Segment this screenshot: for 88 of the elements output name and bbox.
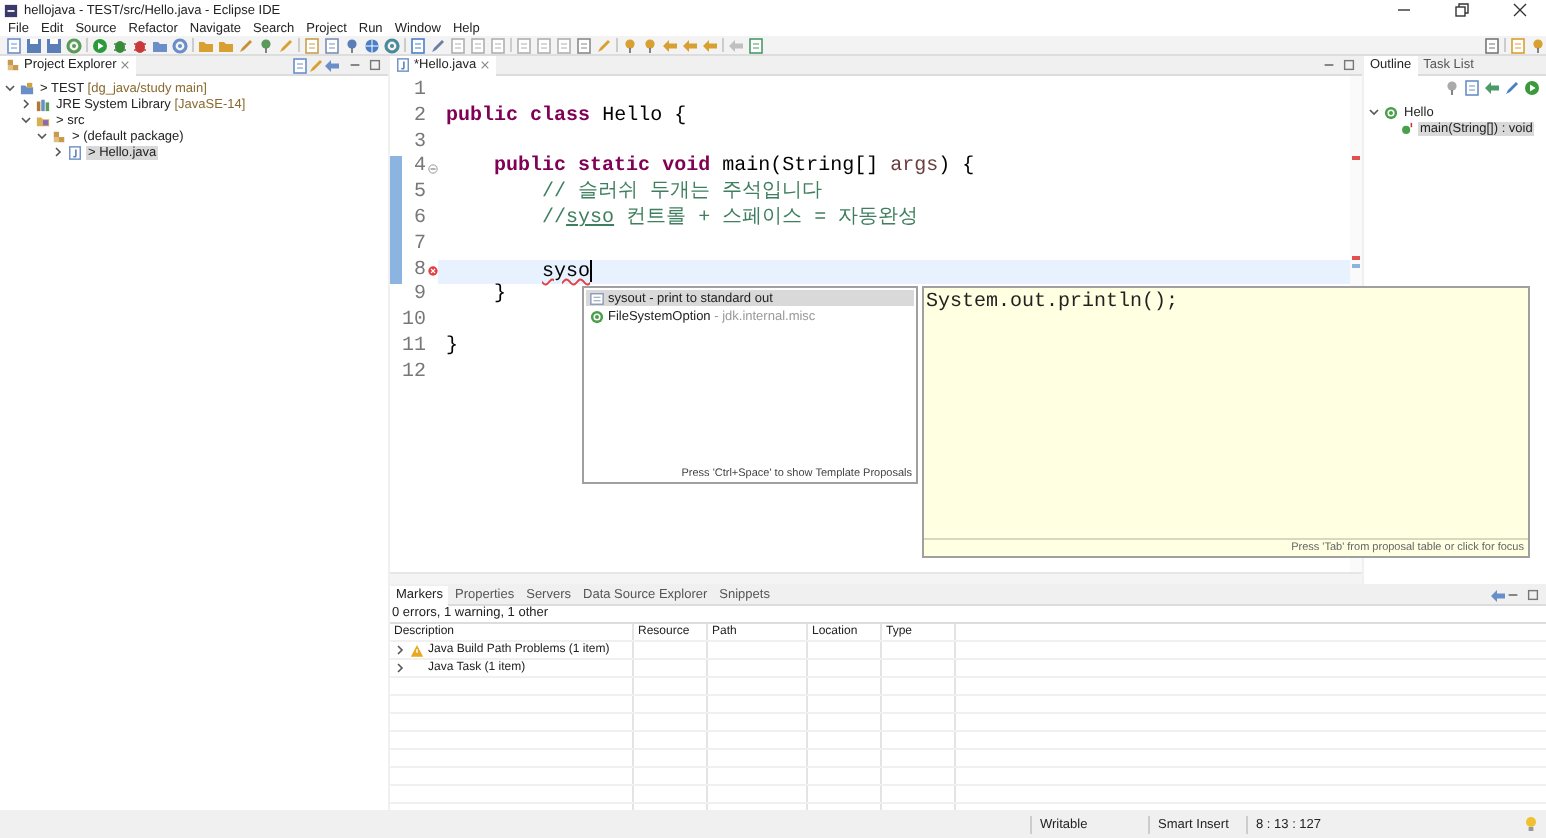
pin-icon[interactable] — [622, 37, 638, 53]
page-icon[interactable] — [516, 37, 532, 53]
line-number: 7 — [411, 233, 426, 260]
restore-icon[interactable] — [1454, 2, 1470, 18]
code-token: Hello { — [602, 105, 687, 128]
project-icon — [20, 81, 34, 95]
page-icon[interactable] — [1510, 37, 1526, 53]
line-number: 10 — [402, 310, 426, 336]
maximize-icon[interactable] — [1526, 588, 1540, 602]
line-number: 8 — [411, 259, 426, 284]
folder-icon — [36, 113, 50, 127]
page-icon[interactable] — [576, 37, 592, 53]
code-token: args — [890, 156, 939, 179]
play-icon[interactable] — [1524, 80, 1540, 96]
code-token: } — [446, 335, 459, 358]
bug-icon[interactable] — [132, 37, 148, 53]
class-icon — [590, 309, 604, 323]
books-icon — [36, 97, 50, 111]
line-number: 1 — [411, 80, 426, 106]
page-icon[interactable] — [556, 37, 572, 53]
line-number: 9 — [411, 284, 426, 310]
save-icon[interactable] — [26, 37, 42, 53]
code-token: ) { — [938, 156, 975, 179]
expand-icon[interactable] — [20, 98, 32, 110]
code-token: static — [578, 156, 651, 179]
line-number: 6 — [411, 207, 426, 234]
maximize-icon[interactable] — [368, 58, 382, 72]
page-icon[interactable] — [450, 37, 466, 53]
collapse-icon[interactable] — [4, 82, 16, 94]
line-number: 11 — [402, 335, 426, 362]
pin-icon[interactable] — [344, 37, 360, 53]
arrow-icon[interactable] — [324, 57, 340, 73]
line-number: 12 — [402, 361, 426, 388]
text-caret — [590, 259, 593, 282]
close-icon[interactable] — [1512, 2, 1528, 18]
page-icon[interactable] — [6, 37, 22, 53]
class-icon — [1384, 105, 1398, 119]
code-token: void — [662, 156, 711, 179]
pencil-icon[interactable] — [1504, 80, 1520, 96]
collapse-icon[interactable] — [1368, 106, 1380, 118]
page-icon[interactable] — [1464, 80, 1480, 96]
expand-icon[interactable] — [52, 146, 64, 158]
page-icon[interactable] — [536, 37, 552, 53]
pin-icon[interactable] — [642, 37, 658, 53]
minimize-icon[interactable] — [1322, 58, 1336, 72]
fold-icon[interactable] — [427, 164, 437, 175]
code-token: class — [530, 105, 591, 128]
code-token: public — [446, 105, 519, 128]
line-number: 4 — [411, 156, 426, 182]
package-icon — [52, 129, 66, 143]
minimize-icon[interactable] — [1506, 588, 1520, 602]
line-number: 3 — [411, 131, 426, 156]
globe-icon[interactable] — [364, 37, 380, 53]
line-number: 2 — [411, 105, 426, 132]
arrow-icon[interactable] — [1490, 587, 1506, 603]
code-token: // 슬러쉬 두개는 주석입니다 — [542, 182, 823, 205]
code-token: // — [542, 207, 567, 230]
pin-icon[interactable] — [1444, 80, 1460, 96]
java-file-icon — [68, 145, 82, 159]
template-icon — [590, 291, 604, 305]
code-token: public — [494, 156, 567, 179]
bug-icon[interactable] — [112, 37, 128, 53]
page-icon[interactable] — [470, 37, 486, 53]
code-token: } — [494, 284, 507, 307]
code-token: 컨트롤 + 스페이스 = 자동완성 — [626, 207, 919, 230]
pin-icon[interactable] — [1530, 37, 1546, 53]
maximize-icon[interactable] — [1342, 58, 1356, 72]
package-icon — [6, 58, 20, 72]
line-number: 5 — [411, 182, 426, 208]
code-token: main(String[] — [722, 156, 881, 179]
page-icon[interactable] — [304, 37, 320, 53]
method-icon — [1400, 121, 1414, 135]
code-preview: System.out.println(); — [924, 289, 1181, 318]
bulb-icon[interactable] — [1524, 816, 1538, 832]
page-icon[interactable] — [490, 37, 506, 53]
minimize-icon[interactable] — [348, 58, 362, 72]
error-icon — [427, 266, 437, 277]
page-icon[interactable] — [324, 37, 340, 53]
play-icon[interactable] — [92, 37, 108, 53]
page-icon[interactable] — [292, 57, 308, 73]
code-token: syso — [542, 261, 591, 284]
code-token: syso — [566, 207, 615, 230]
arrow-icon[interactable] — [1484, 80, 1500, 96]
page-icon[interactable] — [410, 37, 426, 53]
page-icon[interactable] — [748, 37, 764, 53]
pin-icon[interactable] — [258, 37, 274, 53]
save-icon[interactable] — [46, 37, 62, 53]
warning-icon — [410, 643, 424, 657]
